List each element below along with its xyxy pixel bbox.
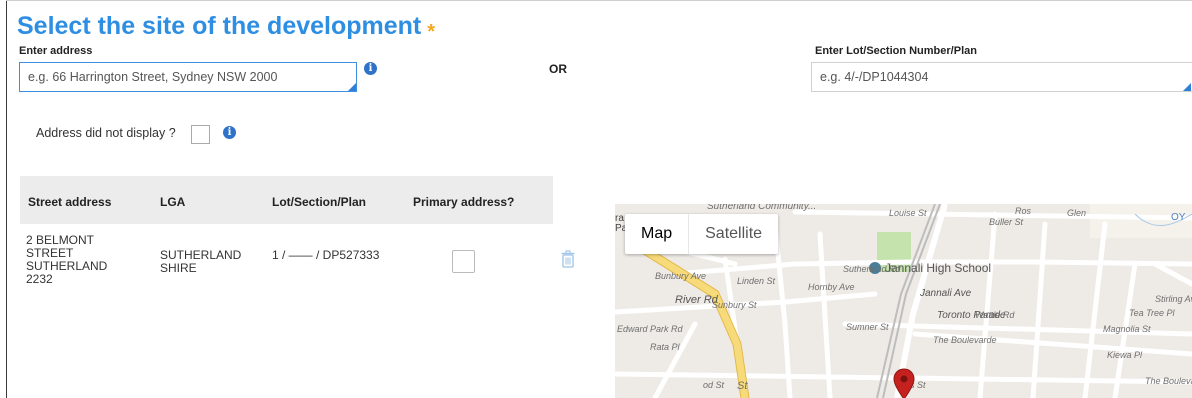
address-not-displayed-label: Address did not display ? <box>36 126 176 140</box>
map-label: St <box>737 380 748 392</box>
header-lga: LGA <box>160 195 186 209</box>
header-street-address: Street address <box>28 195 112 209</box>
location-pin-icon[interactable] <box>893 368 915 398</box>
address-label: Enter address <box>19 45 93 57</box>
lot-label: Enter Lot/Section Number/Plan <box>815 45 977 57</box>
not-displayed-info-icon[interactable]: i <box>223 126 236 139</box>
map-label: Magnolia St <box>1103 324 1151 334</box>
map-button[interactable]: Map <box>625 214 688 254</box>
lot-input[interactable] <box>812 63 1192 91</box>
address-input[interactable] <box>20 63 356 91</box>
lot-autocomplete-corner-icon <box>1183 83 1191 91</box>
map-label: Glen <box>1067 208 1087 218</box>
address-not-displayed-checkbox[interactable] <box>191 125 210 144</box>
map-label: Sutherland Rd <box>843 264 901 274</box>
lot-field[interactable] <box>811 62 1192 92</box>
map-label: OY <box>1171 212 1186 223</box>
street-line: 2232 <box>26 272 53 286</box>
lga-line: SHIRE <box>160 261 197 275</box>
map-label: Linden St <box>737 276 776 286</box>
delete-trash-icon[interactable] <box>561 250 575 268</box>
map-label: Sunbury St <box>712 300 757 310</box>
map-label: Wattle Rd <box>975 310 1015 320</box>
satellite-button[interactable]: Satellite <box>689 214 778 254</box>
map-label: Kiewa Pl <box>1107 350 1143 360</box>
map-label: Ros <box>1015 206 1032 216</box>
frame-top-border <box>6 0 1192 1</box>
map-label: Stirling Ave <box>1155 294 1192 304</box>
map-label: Hornby Ave <box>808 282 855 292</box>
primary-address-checkbox[interactable] <box>452 250 475 273</box>
autocomplete-corner-icon <box>348 83 356 91</box>
map-label: Rata Pl <box>650 342 680 352</box>
map-label: od St <box>703 380 725 390</box>
address-field[interactable] <box>19 62 357 92</box>
frame-left-border <box>6 0 7 398</box>
map-label: Louise St <box>889 208 927 218</box>
cell-lot-section-plan: 1 / —— / DP527333 <box>272 248 380 262</box>
header-primary-address: Primary address? <box>413 195 515 209</box>
map-label: Sumner St <box>846 322 889 332</box>
map-label: The Bouleva <box>1145 376 1192 386</box>
map-label: The Boulevarde <box>933 335 997 345</box>
map-label: Edward Park Rd <box>617 324 683 334</box>
map-type-control: Map Satellite <box>625 214 779 254</box>
page-title-text: Select the site of the development <box>17 12 422 40</box>
map-label: Buller St <box>989 217 1024 227</box>
required-asterisk: * <box>427 21 436 43</box>
page-title: Select the site of the development * <box>17 12 436 43</box>
map-view[interactable]: Sutherland Community... Louise St Buller… <box>615 204 1192 398</box>
cell-street-address: 2 BELMONT STREET SUTHERLAND 2232 <box>26 234 126 286</box>
map-label: Tea Tree Pl <box>1129 308 1175 318</box>
cell-lga: SUTHERLAND SHIRE <box>160 249 260 275</box>
map-label: Bunbury Ave <box>655 271 707 281</box>
or-separator: OR <box>549 62 567 76</box>
map-label: Jannali Ave <box>920 288 972 299</box>
address-info-icon[interactable]: i <box>364 62 377 75</box>
map-label: Sutherland Community... <box>707 204 817 212</box>
header-lot-section-plan: Lot/Section/Plan <box>272 195 367 209</box>
